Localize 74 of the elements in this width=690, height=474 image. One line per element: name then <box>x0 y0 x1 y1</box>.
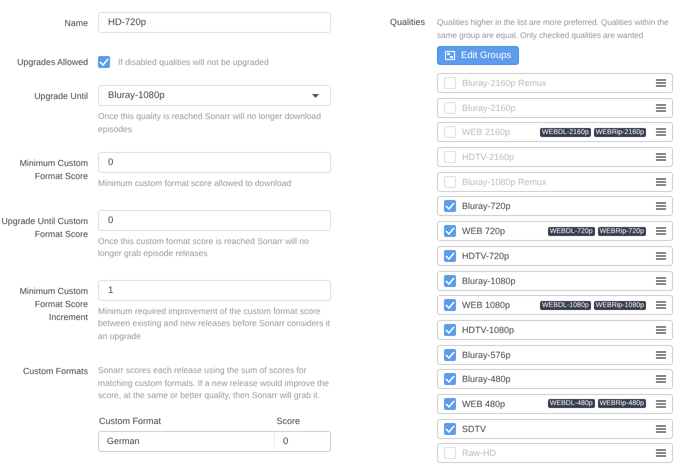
drag-handle-icon[interactable] <box>656 153 666 162</box>
help-text: Once this custom format score is reached Sonarr will no longer grab episode releases <box>98 234 310 260</box>
field-label: Minimum Custom Format Score Increment <box>18 284 88 324</box>
drag-handle-icon[interactable] <box>656 128 666 136</box>
field-label: Upgrade Until Custom Format Score <box>0 214 88 240</box>
drag-handle-icon[interactable] <box>656 326 666 334</box>
checkbox[interactable] <box>444 299 456 312</box>
field-label: Upgrades Allowed <box>16 56 88 69</box>
checkbox[interactable] <box>444 274 456 286</box>
quality-name: Bluray-2160p <box>462 102 516 113</box>
drag-handle-icon[interactable] <box>656 400 666 408</box>
field-label: Custom Formats <box>22 365 88 378</box>
input-field[interactable]: HD-720p <box>98 12 331 33</box>
checkbox[interactable] <box>444 373 456 386</box>
checkbox[interactable] <box>444 348 456 361</box>
drag-handle-icon[interactable] <box>656 104 666 112</box>
quality-name: WEB 480p <box>462 398 506 409</box>
quality-name: HDTV-720p <box>462 250 510 261</box>
field-label: Upgrade Until <box>33 90 88 103</box>
caret-icon <box>312 94 319 98</box>
quality-name: Raw-HD <box>462 448 496 458</box>
checkbox[interactable] <box>444 398 456 410</box>
quality-row[interactable]: Bluray-1080p <box>437 270 673 290</box>
quality-name: WEB 1080p <box>462 300 510 310</box>
help-text: Minimum required improvement of the custom format score between existing and new releases before Sonarr considers it an upgrade <box>98 304 331 342</box>
quality-row[interactable]: Bluray-480p <box>437 369 673 390</box>
column-header: Score <box>276 416 300 426</box>
checkbox[interactable] <box>444 250 456 262</box>
help-text: Once this quality is reached Sonarr will no longer download episodes <box>98 110 322 135</box>
drag-handle-icon[interactable] <box>656 227 666 236</box>
input-field[interactable]: 1 <box>98 280 331 300</box>
checkbox[interactable] <box>444 324 456 336</box>
drag-handle-icon[interactable] <box>656 79 666 87</box>
quality-name: HDTV-2160p <box>462 152 514 162</box>
quality-name: Bluray-1080p Remux <box>462 176 547 187</box>
quality-name: HDTV-1080p <box>462 324 514 335</box>
quality-row[interactable]: HDTV-720p <box>437 246 673 266</box>
quality-name: WEB 2160p <box>462 127 510 138</box>
quality-name: WEB 720p <box>462 226 506 236</box>
field-label: Name <box>64 17 88 30</box>
quality-name: Bluray-480p <box>462 374 511 384</box>
checkbox[interactable] <box>98 56 110 68</box>
drag-handle-icon[interactable] <box>656 350 666 359</box>
drag-handle-icon[interactable] <box>656 276 666 284</box>
quality-row[interactable]: SDTV <box>437 418 673 439</box>
quality-row[interactable]: Bluray-720p <box>437 196 673 216</box>
help-text: Qualities higher in the list are more preferred. Qualities within the same group are equal. Only checked qualities are wanted <box>437 16 670 41</box>
checkbox[interactable] <box>444 422 456 435</box>
checkbox[interactable] <box>444 225 456 238</box>
help-text: If disabled qualities will not be upgraded <box>118 56 269 68</box>
drag-handle-icon[interactable] <box>656 424 666 433</box>
quality-row[interactable]: Bluray-576p <box>437 344 673 365</box>
quality-name: Bluray-2160p Remux <box>462 78 547 88</box>
drag-handle-icon[interactable] <box>656 449 666 458</box>
select-field[interactable]: Bluray-1080p <box>98 85 331 106</box>
drag-handle-icon[interactable] <box>656 375 666 384</box>
checkbox[interactable] <box>444 200 456 212</box>
drag-handle-icon[interactable] <box>656 252 666 260</box>
column-header: Custom Format <box>99 416 162 426</box>
group-icon <box>445 51 455 60</box>
help-text: Sonarr scores each release using the sum of scores for matching custom formats. If a new release would improve the score, at the same or better quality, then Sonarr will grab it. <box>98 364 330 402</box>
help-text: Minimum custom format score allowed to download <box>98 177 292 190</box>
quality-name: SDTV <box>462 424 486 434</box>
input-field[interactable]: 0 <box>98 152 331 173</box>
quality-name: Bluray-1080p <box>462 276 516 286</box>
quality-row[interactable]: HDTV-1080p <box>437 320 673 340</box>
quality-name: Bluray-576p <box>462 350 511 360</box>
field-label: Minimum Custom Format Score <box>18 157 88 183</box>
drag-handle-icon[interactable] <box>656 202 666 210</box>
drag-handle-icon[interactable] <box>656 178 666 186</box>
drag-handle-icon[interactable] <box>656 301 666 310</box>
quality-name: Bluray-720p <box>462 201 511 212</box>
field-label: Qualities <box>388 16 425 29</box>
input-field[interactable]: 0 <box>98 210 331 230</box>
